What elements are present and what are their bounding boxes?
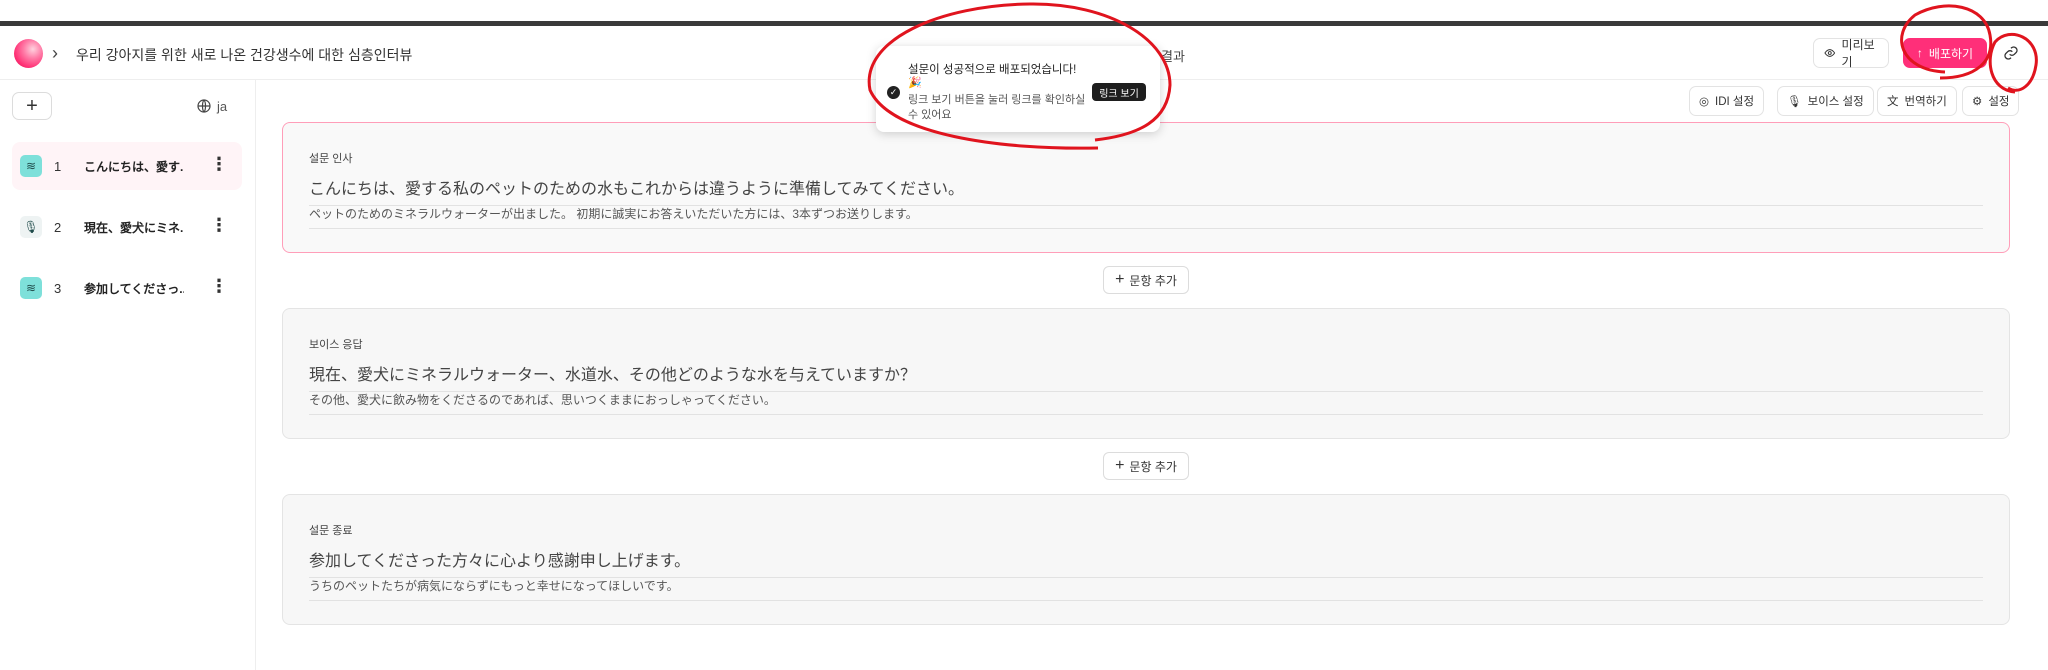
- globe-icon: [197, 99, 211, 113]
- more-vertical-icon[interactable]: ⋮: [210, 155, 228, 173]
- sidebar-item-2[interactable]: 🎙 2 現在、愛犬にミネ... ⋮: [12, 203, 242, 251]
- question-label: こんにちは、愛す...: [84, 159, 184, 174]
- view-link-button[interactable]: 링크 보기: [1092, 83, 1146, 101]
- question-sidebar: + ja ≋ 1 こんにちは、愛す... ⋮ 🎙 2 現在、愛犬にミネ... ⋮…: [0, 80, 256, 670]
- sidebar-item-1[interactable]: ≋ 1 こんにちは、愛す... ⋮: [12, 142, 242, 190]
- survey-title: 우리 강아지를 위한 새로 나온 건강생수에 대한 심층인터뷰: [76, 47, 413, 63]
- card-subtitle[interactable]: その他、愛犬に飲み物をくださるのであれば、思いつくままにおっしゃってください。: [309, 391, 1983, 415]
- add-question-button[interactable]: + 문항 추가: [1103, 452, 1189, 480]
- voice-settings-label: 보이스 설정: [1807, 96, 1864, 108]
- question-card-voice[interactable]: 보이스 응답 現在、愛犬にミネラルウォーター、水道水、その他どのような水を与えて…: [282, 308, 2010, 439]
- tab-results[interactable]: 결과: [1161, 46, 1185, 65]
- more-vertical-icon[interactable]: ⋮: [210, 277, 228, 295]
- translate-label: 번역하기: [1904, 96, 1947, 108]
- language-selector[interactable]: ja: [196, 98, 227, 114]
- check-circle-icon: ✓: [887, 86, 900, 99]
- question-label: 参加してくださっ...: [84, 281, 184, 296]
- language-code: ja: [217, 98, 228, 114]
- link-icon: [2004, 46, 2018, 60]
- card-type-label: 보이스 응답: [309, 339, 363, 351]
- window-top-strip: [0, 0, 2048, 26]
- toast-title: 설문이 성공적으로 배포되었습니다!: [908, 64, 1077, 76]
- question-card-closing[interactable]: 설문 종료 参加してくださった方々に心より感謝申し上げます。 うちのペットたちが…: [282, 494, 2010, 625]
- party-icon: 🎉: [908, 77, 922, 89]
- preview-label: 미리보기: [1841, 38, 1875, 69]
- card-title[interactable]: 現在、愛犬にミネラルウォーター、水道水、その他どのような水を与えていますか？: [309, 361, 1983, 392]
- copy-link-button[interactable]: [1996, 38, 2026, 68]
- card-subtitle[interactable]: うちのペットたちが病気にならずにもっと幸せになってほしいです。: [309, 577, 1983, 601]
- toast-description: 링크 보기 버튼을 눌러 링크를 확인하실 수 있어요: [908, 94, 1086, 121]
- add-question-label: 문항 추가: [1129, 273, 1177, 288]
- question-number: 3: [54, 280, 62, 296]
- translate-icon: 文: [1887, 96, 1899, 108]
- deploy-success-toast: ✓ 설문이 성공적으로 배포되었습니다! 🎉 링크 보기 버튼을 눌러 링크를 …: [876, 46, 1160, 132]
- card-title[interactable]: こんにちは、愛する私のペットのための水もこれからは違うように準備してみてください…: [309, 175, 1983, 206]
- deploy-label: 배포하기: [1928, 46, 1974, 61]
- add-question-label: 문항 추가: [1129, 459, 1177, 474]
- mic-icon: 🎙: [1787, 96, 1802, 108]
- gear-icon: ⚙: [1972, 96, 1983, 108]
- deploy-button[interactable]: ↑ 배포하기: [1903, 38, 1987, 68]
- settings-button[interactable]: ⚙ 설정: [1962, 86, 2020, 116]
- arrow-up-icon: ↑: [1916, 46, 1923, 60]
- settings-label: 설정: [1988, 96, 2010, 108]
- layers-icon: ≋: [20, 277, 42, 299]
- card-type-label: 설문 종료: [309, 525, 353, 537]
- plus-icon: +: [1115, 457, 1125, 474]
- preview-button[interactable]: 미리보기: [1813, 38, 1889, 69]
- app-logo[interactable]: [14, 39, 43, 68]
- mic-icon: 🎙: [20, 216, 42, 238]
- question-card-greeting[interactable]: 설문 인사 こんにちは、愛する私のペットのための水もこれからは違うように準備して…: [282, 122, 2010, 253]
- add-question-button[interactable]: + 문항 추가: [1103, 266, 1189, 294]
- idi-icon: ◎: [1699, 96, 1710, 108]
- translate-button[interactable]: 文 번역하기: [1877, 86, 1957, 116]
- card-title[interactable]: 参加してくださった方々に心より感謝申し上げます。: [309, 547, 1983, 578]
- idi-settings-button[interactable]: ◎ IDI 설정: [1689, 86, 1765, 116]
- more-vertical-icon[interactable]: ⋮: [210, 216, 228, 234]
- question-number: 1: [54, 158, 62, 174]
- chevron-right-icon: ›: [52, 43, 58, 63]
- plus-icon: +: [1115, 271, 1125, 288]
- sidebar-item-3[interactable]: ≋ 3 参加してくださっ... ⋮: [12, 264, 242, 312]
- idi-settings-label: IDI 설정: [1715, 96, 1755, 108]
- question-number: 2: [54, 219, 62, 235]
- add-question-sidebar-button[interactable]: +: [12, 92, 52, 120]
- plus-icon: +: [26, 94, 38, 117]
- voice-settings-button[interactable]: 🎙 보이스 설정: [1777, 86, 1874, 116]
- card-subtitle[interactable]: ペットのためのミネラルウォーターが出ました。 初期に誠実にお答えいただいた方には…: [309, 205, 1983, 229]
- eye-icon: [1824, 49, 1836, 57]
- layers-icon: ≋: [20, 155, 42, 177]
- question-label: 現在、愛犬にミネ...: [84, 220, 184, 235]
- card-type-label: 설문 인사: [309, 153, 353, 165]
